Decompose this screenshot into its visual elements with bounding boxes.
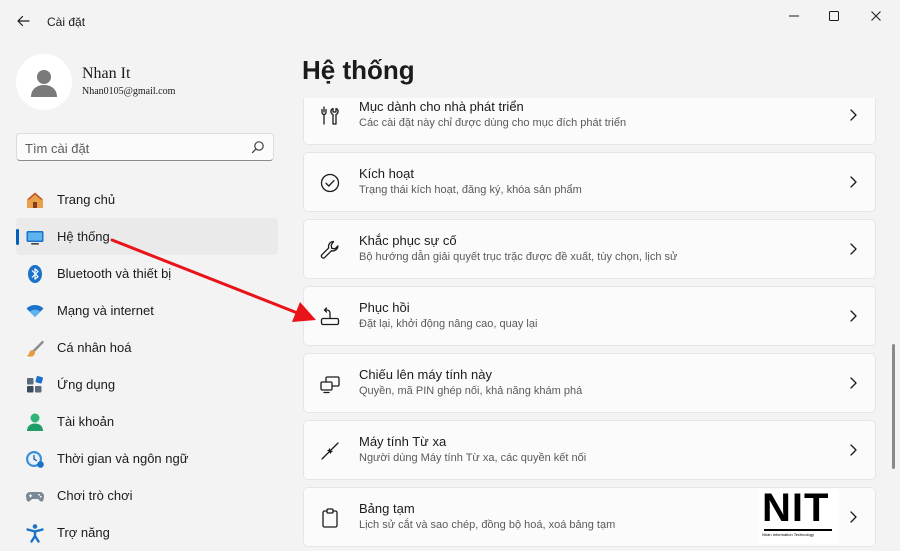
search-input[interactable]	[25, 138, 240, 158]
accessibility-icon	[26, 524, 44, 543]
avatar[interactable]	[16, 54, 72, 110]
sidebar-item-system[interactable]: Hệ thống	[16, 218, 278, 255]
clock-globe-icon	[26, 451, 44, 468]
sidebar-item-home[interactable]: Trang chủ	[16, 181, 278, 218]
close-button[interactable]	[856, 4, 896, 28]
chevron-right-icon	[850, 109, 857, 121]
clipboard-icon	[322, 508, 338, 528]
logo-subtext: Nhân Information Technology	[762, 532, 814, 537]
project-icon	[320, 376, 340, 394]
close-icon	[871, 11, 881, 21]
chevron-right-icon	[850, 243, 857, 255]
remote-desktop-icon	[321, 442, 339, 460]
developer-tools-icon	[321, 106, 339, 125]
recovery-icon	[320, 307, 340, 326]
sidebar-item-accounts[interactable]: Tài khoản	[16, 403, 278, 440]
settings-list: Mục dành cho nhà phát triển Các cài đặt …	[302, 98, 878, 550]
wifi-icon	[26, 304, 44, 317]
sidebar-item-network[interactable]: Mạng và internet	[16, 292, 278, 329]
page-title: Hệ thống	[302, 55, 415, 85]
system-icon	[26, 231, 44, 245]
logo-bar	[764, 529, 832, 531]
chevron-right-icon	[850, 511, 857, 523]
chevron-right-icon	[850, 176, 857, 188]
card-troubleshoot[interactable]: Khắc phục sự cố Bộ hướng dẫn giải quyết …	[303, 219, 876, 279]
sidebar-item-gaming[interactable]: Chơi trò chơi	[16, 477, 278, 514]
brush-icon	[26, 340, 44, 357]
check-circle-icon	[320, 173, 340, 193]
bluetooth-icon	[28, 265, 42, 283]
app-title: Cài đặt	[47, 15, 86, 29]
search-icon[interactable]	[251, 140, 265, 154]
account-icon	[27, 413, 43, 431]
user-silhouette-icon	[31, 70, 57, 97]
sidebar-item-apps[interactable]: Ứng dụng	[16, 366, 278, 403]
back-arrow-icon	[17, 15, 30, 27]
sidebar-item-accessibility[interactable]: Trợ năng	[16, 514, 278, 551]
wrench-icon	[320, 240, 339, 259]
gamepad-icon	[25, 491, 45, 502]
chevron-right-icon	[850, 444, 857, 456]
card-project-to-pc[interactable]: Chiếu lên máy tính này Quyền, mã PIN ghé…	[303, 353, 876, 413]
minimize-button[interactable]	[774, 4, 814, 28]
card-remote-desktop[interactable]: Máy tính Từ xa Người dùng Máy tính Từ xa…	[303, 420, 876, 480]
title-bar: Cài đặt	[0, 0, 900, 40]
home-icon	[27, 192, 43, 208]
chevron-right-icon	[850, 310, 857, 322]
sidebar-item-bluetooth[interactable]: Bluetooth và thiết bị	[16, 255, 278, 292]
chevron-right-icon	[850, 377, 857, 389]
search-box[interactable]	[16, 133, 274, 161]
active-indicator	[16, 229, 19, 245]
back-button[interactable]	[10, 8, 36, 34]
sidebar-nav: Trang chủ Hệ thống Bluetooth và thiết bị…	[16, 181, 278, 551]
card-recovery[interactable]: Phục hồi Đặt lại, khởi động nâng cao, qu…	[303, 286, 876, 346]
user-name: Nhan It	[82, 65, 131, 82]
maximize-icon	[829, 11, 839, 21]
user-email: Nhan0105@gmail.com	[82, 86, 176, 97]
minimize-icon	[789, 15, 799, 17]
logo-text: NIT	[762, 486, 830, 530]
sidebar-item-time-language[interactable]: Thời gian và ngôn ngữ	[16, 440, 278, 477]
card-activation[interactable]: Kích hoạt Trạng thái kích hoạt, đăng ký,…	[303, 152, 876, 212]
apps-icon	[27, 376, 43, 393]
maximize-button[interactable]	[814, 4, 854, 28]
scrollbar-thumb[interactable]	[892, 344, 895, 469]
sidebar-item-personalization[interactable]: Cá nhân hoá	[16, 329, 278, 366]
watermark-logo: NIT Nhân Information Technology	[758, 486, 838, 544]
card-developer-settings[interactable]: Mục dành cho nhà phát triển Các cài đặt …	[303, 98, 876, 145]
